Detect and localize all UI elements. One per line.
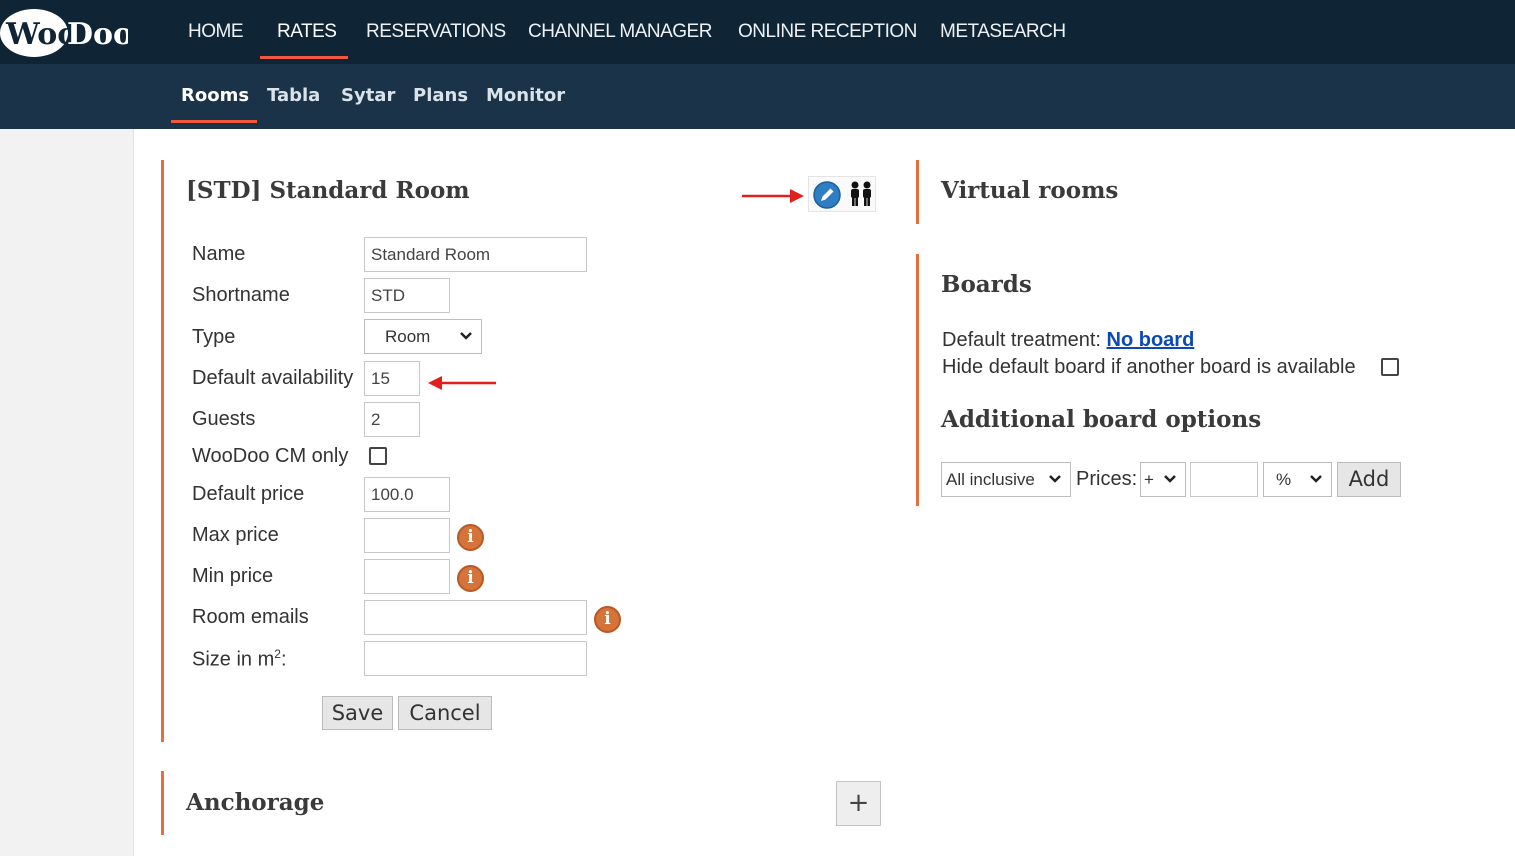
nav-channel-manager[interactable]: CHANNEL MANAGER: [528, 0, 712, 64]
chevron-down-icon: [1310, 475, 1322, 483]
default-availability-field[interactable]: 15: [364, 361, 420, 396]
price-sign-select[interactable]: +: [1140, 462, 1186, 497]
subnav-tabla[interactable]: Tabla: [267, 64, 320, 128]
min-price-label: Min price: [192, 565, 274, 587]
nav-online-reception[interactable]: ONLINE RECEPTION: [738, 0, 917, 64]
default-price-field[interactable]: 100.0: [364, 477, 450, 512]
room-emails-label: Room emails: [192, 606, 309, 628]
subnav-plans[interactable]: Plans: [413, 64, 468, 128]
top-navbar: Woo Doo HOME RATES RESERVATIONS CHANNEL …: [0, 0, 1515, 64]
svg-text:Doo: Doo: [67, 17, 128, 52]
cm-only-label: WooDoo CM only: [192, 445, 349, 467]
default-treatment-label: Default treatment:: [942, 329, 1101, 351]
price-amount-field[interactable]: [1190, 462, 1258, 497]
board-type-select[interactable]: All inclusive: [941, 462, 1071, 497]
room-panel-title: [STD] Standard Room: [186, 177, 470, 204]
min-price-field[interactable]: [364, 559, 450, 594]
add-board-button[interactable]: Add: [1337, 462, 1401, 497]
woodoo-logo[interactable]: Woo Doo: [0, 8, 128, 58]
max-price-label: Max price: [192, 524, 279, 546]
nav-rates[interactable]: RATES: [277, 0, 337, 64]
type-select[interactable]: Room: [364, 319, 482, 354]
nav-reservations[interactable]: RESERVATIONS: [366, 0, 506, 64]
boards-panel-accent: [916, 254, 919, 506]
room-panel-accent: [161, 160, 164, 742]
add-anchorage-button[interactable]: +: [836, 781, 881, 826]
size-field[interactable]: [364, 641, 587, 676]
size-label: Size in m2:: [192, 647, 287, 672]
type-label: Type: [192, 326, 236, 348]
anchorage-title: Anchorage: [186, 789, 325, 816]
subnav-monitor[interactable]: Monitor: [486, 64, 565, 128]
cm-only-checkbox[interactable]: [369, 447, 387, 465]
max-price-field[interactable]: [364, 518, 450, 553]
price-unit-value: %: [1276, 470, 1292, 489]
name-field[interactable]: Standard Room: [364, 237, 587, 272]
size-label-text: Size in m: [192, 648, 275, 671]
size-label-suffix: :: [280, 648, 287, 671]
default-treatment-row: Default treatment: No board: [942, 329, 1194, 352]
price-sign-value: +: [1144, 470, 1154, 489]
hide-default-board-checkbox[interactable]: [1381, 358, 1399, 376]
edit-icon[interactable]: [812, 180, 842, 210]
nav-metasearch[interactable]: METASEARCH: [940, 0, 1066, 64]
cancel-button[interactable]: Cancel: [398, 696, 492, 730]
virtual-rooms-title: Virtual rooms: [941, 177, 1119, 204]
prices-label: Prices:: [1076, 468, 1138, 490]
guests-label: Guests: [192, 408, 256, 430]
nav-home[interactable]: HOME: [188, 0, 244, 64]
size-label-sup: 2: [274, 647, 281, 661]
shortname-label: Shortname: [192, 284, 290, 306]
annotation-arrow-right: [742, 189, 804, 203]
chevron-down-icon: [1164, 475, 1176, 483]
default-availability-label: Default availability: [192, 367, 354, 389]
price-unit-select[interactable]: %: [1263, 462, 1332, 497]
active-subnav-indicator: [171, 120, 257, 123]
room-emails-field[interactable]: [364, 600, 587, 635]
min-price-info-icon[interactable]: i: [457, 565, 484, 592]
default-price-label: Default price: [192, 483, 305, 505]
max-price-info-icon[interactable]: i: [457, 524, 484, 551]
room-actions: [808, 176, 876, 212]
hide-default-board-label: Hide default board if another board is a…: [942, 356, 1356, 378]
subnav-sytar[interactable]: Sytar: [341, 64, 395, 128]
left-gutter: [0, 129, 134, 856]
shortname-field[interactable]: STD: [364, 278, 450, 313]
board-type-value: All inclusive: [946, 470, 1035, 489]
type-select-value: Room: [385, 327, 431, 346]
additional-board-options-title: Additional board options: [941, 406, 1262, 433]
name-label: Name: [192, 243, 246, 265]
virtual-rooms-panel-accent: [916, 160, 919, 224]
guests-icon[interactable]: [847, 180, 875, 210]
active-nav-indicator: [260, 56, 348, 59]
subnav-rooms[interactable]: Rooms: [181, 64, 249, 128]
boards-title: Boards: [941, 271, 1032, 298]
chevron-down-icon: [1049, 475, 1061, 483]
save-button[interactable]: Save: [322, 696, 393, 730]
default-treatment-link[interactable]: No board: [1107, 329, 1195, 351]
sub-navbar: Rooms Tabla Sytar Plans Monitor: [0, 64, 1515, 129]
guests-field[interactable]: 2: [364, 402, 420, 437]
room-emails-info-icon[interactable]: i: [594, 606, 621, 633]
anchorage-panel-accent: [161, 771, 164, 835]
annotation-arrow-left: [428, 376, 496, 390]
chevron-down-icon: [460, 332, 472, 340]
